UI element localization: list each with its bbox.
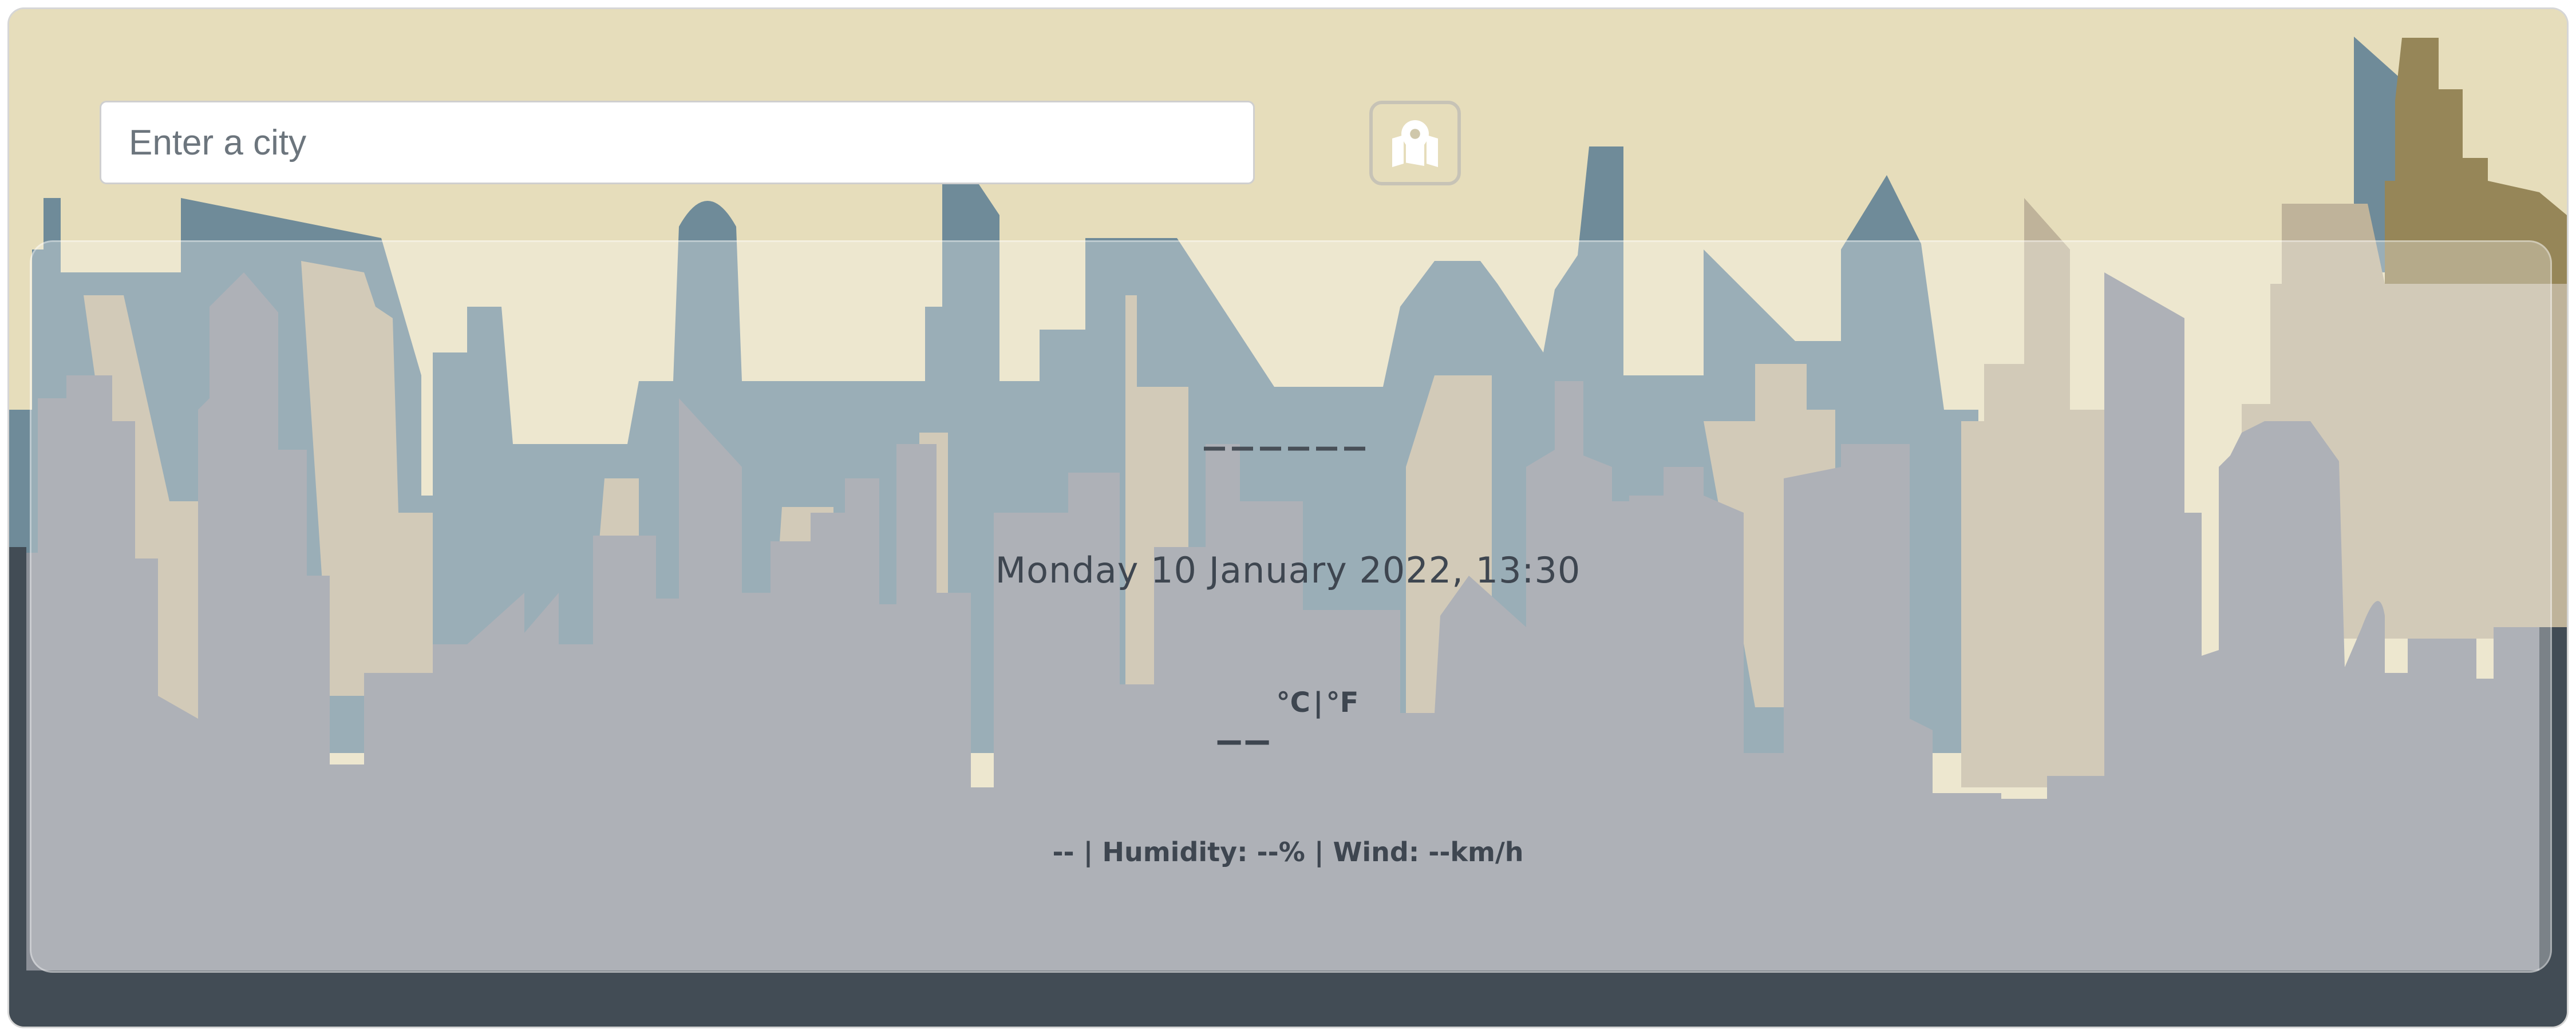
city-search-input[interactable] (100, 101, 1255, 184)
city-name: ______ (1204, 402, 1372, 451)
fahrenheit-link[interactable]: °F (1326, 687, 1359, 719)
map-location-button[interactable] (1369, 101, 1461, 185)
humidity-value: --% (1257, 837, 1305, 867)
date-time: Monday 10 January 2022, 13:30 (995, 549, 1581, 591)
map-pin-icon (1392, 120, 1438, 167)
celsius-link[interactable]: °C (1277, 687, 1310, 719)
details-separator: | (1314, 837, 1324, 867)
weather-app: ______ Monday 10 January 2022, 13:30 __ … (9, 9, 2567, 1027)
temperature-value: __ (1217, 691, 1274, 745)
details-separator: | (1083, 837, 1093, 867)
wind-value: --km/h (1428, 837, 1524, 867)
weather-description: -- (1052, 837, 1074, 867)
weather-details: -- | Humidity: --% | Wind: --km/h (9, 837, 2567, 867)
temperature-row: __ °C | °F (9, 687, 2567, 745)
wind-label: Wind: (1333, 837, 1420, 867)
unit-separator: | (1313, 687, 1323, 719)
humidity-label: Humidity: (1102, 837, 1248, 867)
